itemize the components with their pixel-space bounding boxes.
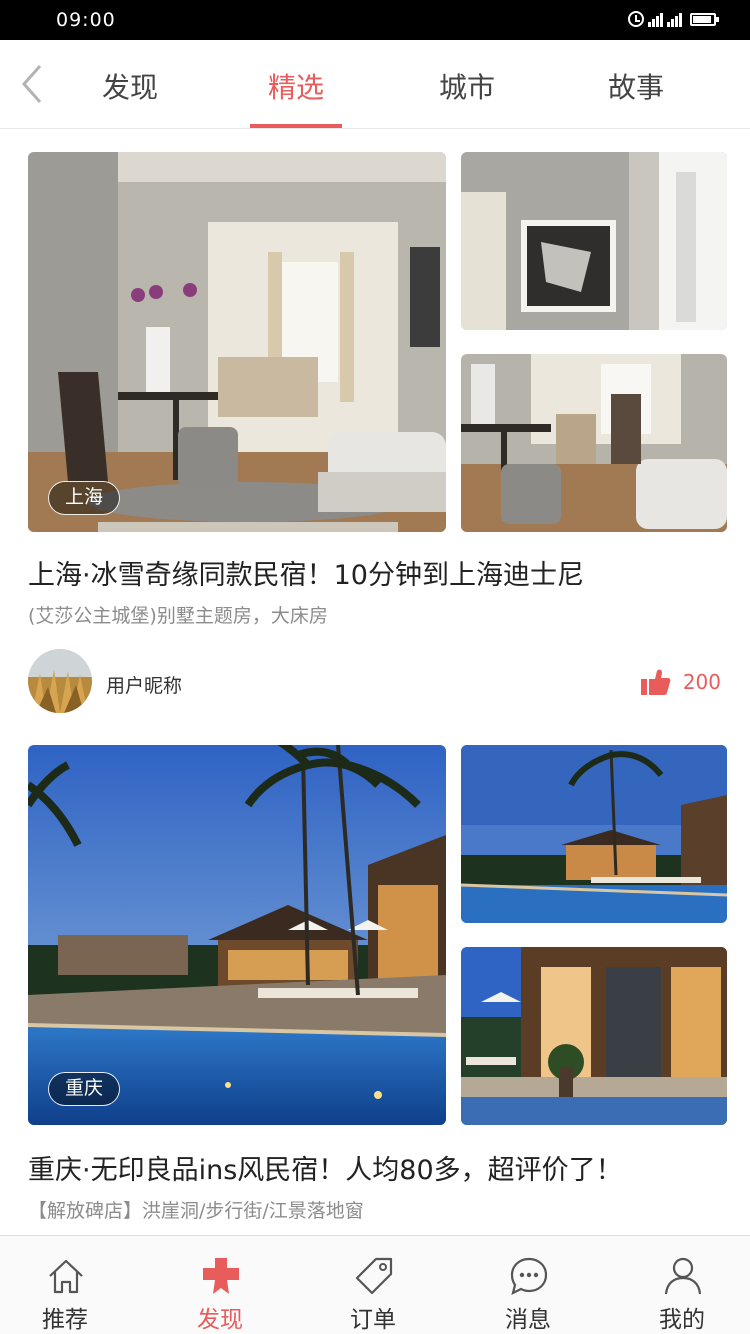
back-button[interactable] — [14, 62, 54, 106]
bottom-tab-profile[interactable]: 我的 — [627, 1236, 737, 1334]
chevron-left-icon — [21, 65, 42, 103]
like-button[interactable]: 200 — [640, 669, 721, 695]
card-thumb-photo[interactable] — [461, 152, 727, 330]
resort-photo — [28, 745, 446, 1125]
card-thumb-photo[interactable] — [461, 947, 727, 1125]
city-badge: 上海 — [48, 481, 121, 515]
interior-photo — [461, 354, 727, 532]
card-shanghai-images: 上海 — [28, 152, 727, 532]
interior-photo — [28, 152, 446, 532]
like-count: 200 — [682, 670, 721, 694]
card-thumb-photo[interactable] — [461, 354, 727, 532]
alarm-icon — [628, 11, 644, 27]
signal-icon — [667, 11, 682, 27]
bottom-tab-label: 发现 — [197, 1307, 243, 1333]
avatar[interactable] — [28, 649, 92, 713]
author-row: 用户昵称 200 — [28, 649, 727, 715]
avatar-image — [28, 649, 92, 713]
card-thumb-photo[interactable] — [461, 745, 727, 923]
bottom-tab-messages[interactable]: 消息 — [473, 1236, 583, 1334]
bottom-tab-orders[interactable]: 订单 — [318, 1236, 428, 1334]
bottom-tab-bar: 推荐 发现 订单 消息 我的 — [0, 1235, 750, 1334]
tab-featured[interactable]: 精选 — [236, 66, 356, 106]
author-name: 用户昵称 — [106, 675, 183, 697]
active-tab-indicator — [250, 124, 342, 128]
card-main-photo[interactable]: 上海 — [28, 152, 446, 532]
resort-photo — [461, 745, 727, 923]
card-title[interactable]: 上海·冰雪奇缘同款民宿！10分钟到上海迪士尼 — [28, 553, 584, 592]
tag-icon — [354, 1256, 394, 1296]
resort-photo — [461, 947, 727, 1125]
bottom-tab-label: 订单 — [350, 1307, 396, 1333]
status-icons — [628, 11, 719, 27]
card-chongqing-images: 重庆 — [28, 745, 727, 1125]
message-icon — [509, 1256, 549, 1296]
home-icon — [46, 1256, 86, 1296]
card-title[interactable]: 重庆·无印良品ins风民宿！人均80多，超评价了！ — [28, 1148, 623, 1187]
feed: 上海 上海·冰雪奇缘同款民宿！10分钟到上海迪士尼 (艾莎公主城堡)别墅主题房，… — [0, 129, 750, 1235]
interior-photo — [461, 152, 727, 330]
discover-icon — [201, 1256, 241, 1296]
user-icon — [663, 1256, 703, 1296]
card-main-photo[interactable]: 重庆 — [28, 745, 446, 1125]
tab-city[interactable]: 城市 — [407, 66, 527, 106]
battery-icon — [690, 12, 719, 26]
card-subtitle: (艾莎公主城堡)别墅主题房，大床房 — [28, 605, 328, 627]
status-time: 09:00 — [56, 9, 116, 31]
bottom-tab-label: 消息 — [505, 1307, 551, 1333]
card-subtitle: 【解放碑店】洪崖洞/步行街/江景落地窗 — [28, 1200, 364, 1222]
thumbs-up-icon — [640, 669, 671, 695]
status-bar: 09:00 — [0, 0, 750, 40]
city-badge: 重庆 — [48, 1072, 121, 1106]
bottom-tab-label: 我的 — [659, 1307, 705, 1333]
bottom-tab-label: 推荐 — [42, 1307, 88, 1333]
tab-story[interactable]: 故事 — [576, 66, 696, 106]
bottom-tab-discover[interactable]: 发现 — [165, 1236, 275, 1334]
bottom-tab-recommend[interactable]: 推荐 — [10, 1236, 120, 1334]
signal-icon — [648, 11, 663, 27]
top-nav: 发现 精选 城市 故事 — [0, 40, 750, 129]
tab-discover[interactable]: 发现 — [70, 66, 190, 106]
